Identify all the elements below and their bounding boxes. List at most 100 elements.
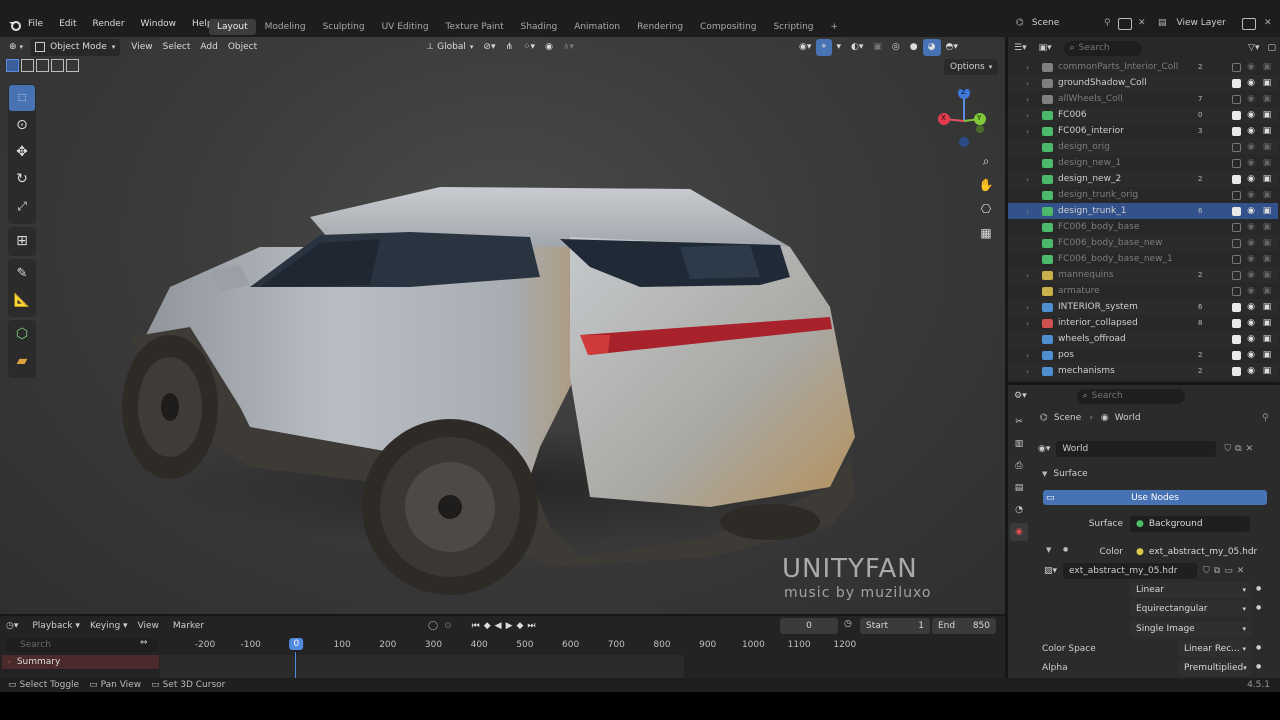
scene-tab-icon[interactable]: ◔ (1010, 501, 1028, 519)
image-icon[interactable]: ▨▾ (1044, 566, 1057, 576)
camera-icon[interactable]: ▣ (1261, 190, 1273, 200)
solid-shading-icon[interactable]: ● (905, 39, 923, 56)
outliner-row[interactable]: › design_new_2 ◉ ▣ 2 (1008, 171, 1278, 187)
unlink-icon[interactable]: ✕ (1246, 444, 1254, 454)
transform-tool-icon[interactable]: ⊞ (9, 228, 35, 254)
perspective-grid-icon[interactable]: ▦ (975, 222, 997, 244)
camera-icon[interactable]: ▣ (1261, 334, 1273, 344)
exclude-checkbox[interactable] (1232, 206, 1241, 216)
exclude-checkbox[interactable] (1232, 110, 1241, 120)
world-tab-icon[interactable]: ◉ (1010, 523, 1028, 541)
timeline-track-area[interactable] (160, 638, 1005, 678)
eye-icon[interactable]: ◉ (1245, 222, 1257, 232)
outliner-row[interactable]: wheels_offroad ◉ ▣ (1008, 331, 1278, 347)
menu-add[interactable]: Add (195, 39, 222, 56)
eye-icon[interactable]: ◉ (1245, 126, 1257, 136)
timeline-search-input[interactable]: Search (6, 638, 158, 652)
breadcrumb-scene[interactable]: Scene (1054, 413, 1081, 423)
expand-arrow-icon[interactable]: › (1026, 63, 1029, 72)
end-frame-field[interactable]: End 850 (932, 618, 996, 634)
camera-icon[interactable]: ▣ (1261, 302, 1273, 312)
pan-hand-icon[interactable]: ✋ (975, 174, 997, 196)
rendered-shading-icon[interactable]: ◓▾ (941, 39, 963, 56)
cursor-tool-icon[interactable]: ⊙ (9, 112, 35, 138)
outliner-row[interactable]: › FC006_interior ◉ ▣ 3 (1008, 123, 1278, 139)
filter-icon[interactable]: ▽▾ (1248, 43, 1259, 53)
keying-set-icon[interactable]: ⊙ (444, 621, 452, 631)
overlays-icon[interactable]: ◐▾ (846, 39, 868, 56)
exclude-checkbox[interactable] (1232, 366, 1241, 376)
tab-layout[interactable]: Layout (209, 19, 256, 35)
outliner-row[interactable]: design_new_1 ◉ ▣ (1008, 155, 1278, 171)
camera-icon[interactable]: ▣ (1261, 286, 1273, 296)
scene-selector[interactable]: ⌬ Scene (1016, 18, 1059, 28)
exclude-checkbox[interactable] (1232, 254, 1241, 264)
select-difference-icon[interactable] (51, 59, 64, 72)
camera-icon[interactable]: ▣ (1261, 350, 1273, 360)
annotate-tool-icon[interactable]: ✎ (9, 260, 35, 286)
exclude-checkbox[interactable] (1232, 94, 1241, 104)
auto-keying-icon[interactable]: ◯ (428, 621, 438, 631)
exclude-checkbox[interactable] (1232, 318, 1241, 328)
keyframe-dot-icon[interactable]: ● (1256, 663, 1261, 670)
eye-icon[interactable]: ◉ (1245, 190, 1257, 200)
tab-uv-editing[interactable]: UV Editing (374, 19, 437, 35)
mode-dropdown[interactable]: Object Mode ▾ (30, 38, 121, 56)
exclude-checkbox[interactable] (1232, 238, 1241, 248)
blender-logo-icon[interactable] (8, 18, 22, 32)
menu-object[interactable]: Object (223, 39, 262, 56)
tab-modeling[interactable]: Modeling (257, 19, 314, 35)
rotate-tool-icon[interactable]: ↻ (9, 166, 35, 192)
eye-icon[interactable]: ◉ (1245, 94, 1257, 104)
eye-icon[interactable]: ◉ (1245, 286, 1257, 296)
outliner-row[interactable]: FC006_body_base_new ◉ ▣ (1008, 235, 1278, 251)
measure-tool-icon[interactable]: 📐 (9, 287, 35, 313)
select-set-icon[interactable] (6, 59, 19, 72)
wireframe-shading-icon[interactable]: ◎ (887, 39, 905, 56)
grease-pencil-tool-icon[interactable]: ▰ (9, 348, 35, 374)
pin-icon[interactable]: ⚲ (1104, 18, 1111, 28)
eye-icon[interactable]: ◉ (1245, 270, 1257, 280)
editor-type-button[interactable]: ⊕ ▾ (4, 39, 28, 56)
alpha-dropdown[interactable]: Premultiplied ▾ (1178, 660, 1252, 676)
duplicate-icon[interactable]: ⧉ (1235, 444, 1241, 454)
expand-arrow-icon[interactable]: › (1026, 95, 1029, 104)
tab-texture-paint[interactable]: Texture Paint (438, 19, 512, 35)
expand-arrow-icon[interactable]: › (1026, 271, 1029, 280)
snap-target-icon[interactable]: ⁘▾ (518, 39, 540, 56)
select-box-tool-icon[interactable]: ⬚ (9, 85, 35, 111)
eye-icon[interactable]: ◉ (1245, 318, 1257, 328)
unlink-icon[interactable]: ✕ (1237, 566, 1245, 576)
swap-arrows-icon[interactable]: ⇔ (140, 638, 148, 648)
camera-icon[interactable]: ▣ (1261, 222, 1273, 232)
add-cube-tool-icon[interactable]: ⬡ (9, 321, 35, 347)
fake-user-icon[interactable]: ⛉ (1224, 444, 1231, 454)
display-mode-icon[interactable]: ▣▾ (1039, 43, 1052, 53)
navigation-gizmo[interactable]: Z Y X (936, 87, 992, 149)
camera-icon[interactable]: ▣ (1261, 270, 1273, 280)
source-dropdown[interactable]: Single Image ▾ (1130, 621, 1252, 637)
camera-icon[interactable]: ▣ (1261, 174, 1273, 184)
outliner-editor-icon[interactable]: ☰▾ (1014, 43, 1027, 53)
exclude-checkbox[interactable] (1232, 270, 1241, 280)
delete-scene-icon[interactable]: ✕ (1138, 18, 1146, 28)
outliner-row[interactable]: › interior_collapsed ◉ ▣ 8 (1008, 315, 1278, 331)
outliner-row[interactable]: design_trunk_orig ◉ ▣ (1008, 187, 1278, 203)
material-shading-icon[interactable]: ◕ (922, 38, 941, 56)
duplicate-icon[interactable]: ⧉ (1214, 566, 1220, 576)
visibility-icon[interactable]: ◉▾ (794, 39, 816, 56)
outliner-row[interactable]: › FC006 ◉ ▣ 0 (1008, 107, 1278, 123)
menu-edit[interactable]: Edit (59, 19, 76, 29)
keyframe-dot-icon[interactable]: ● (1256, 644, 1261, 651)
use-nodes-button[interactable]: ▭ Use Nodes (1043, 490, 1267, 505)
gizmo-toggle-icon[interactable]: ⌖ (816, 38, 832, 56)
camera-icon[interactable]: ▣ (1261, 254, 1273, 264)
camera-icon[interactable]: ▣ (1261, 366, 1273, 376)
move-tool-icon[interactable]: ✥ (9, 139, 35, 165)
xray-icon[interactable]: ▣ (868, 39, 887, 56)
outliner-row[interactable]: › INTERIOR_system ◉ ▣ 6 (1008, 299, 1278, 315)
clock-editor-icon[interactable]: ◷▾ (6, 621, 18, 631)
jump-end-icon[interactable]: ⏭ (527, 621, 535, 631)
camera-view-icon[interactable]: ⎔ (975, 198, 997, 220)
outliner-row[interactable]: FC006_body_base_new_1 ◉ ▣ (1008, 251, 1278, 267)
